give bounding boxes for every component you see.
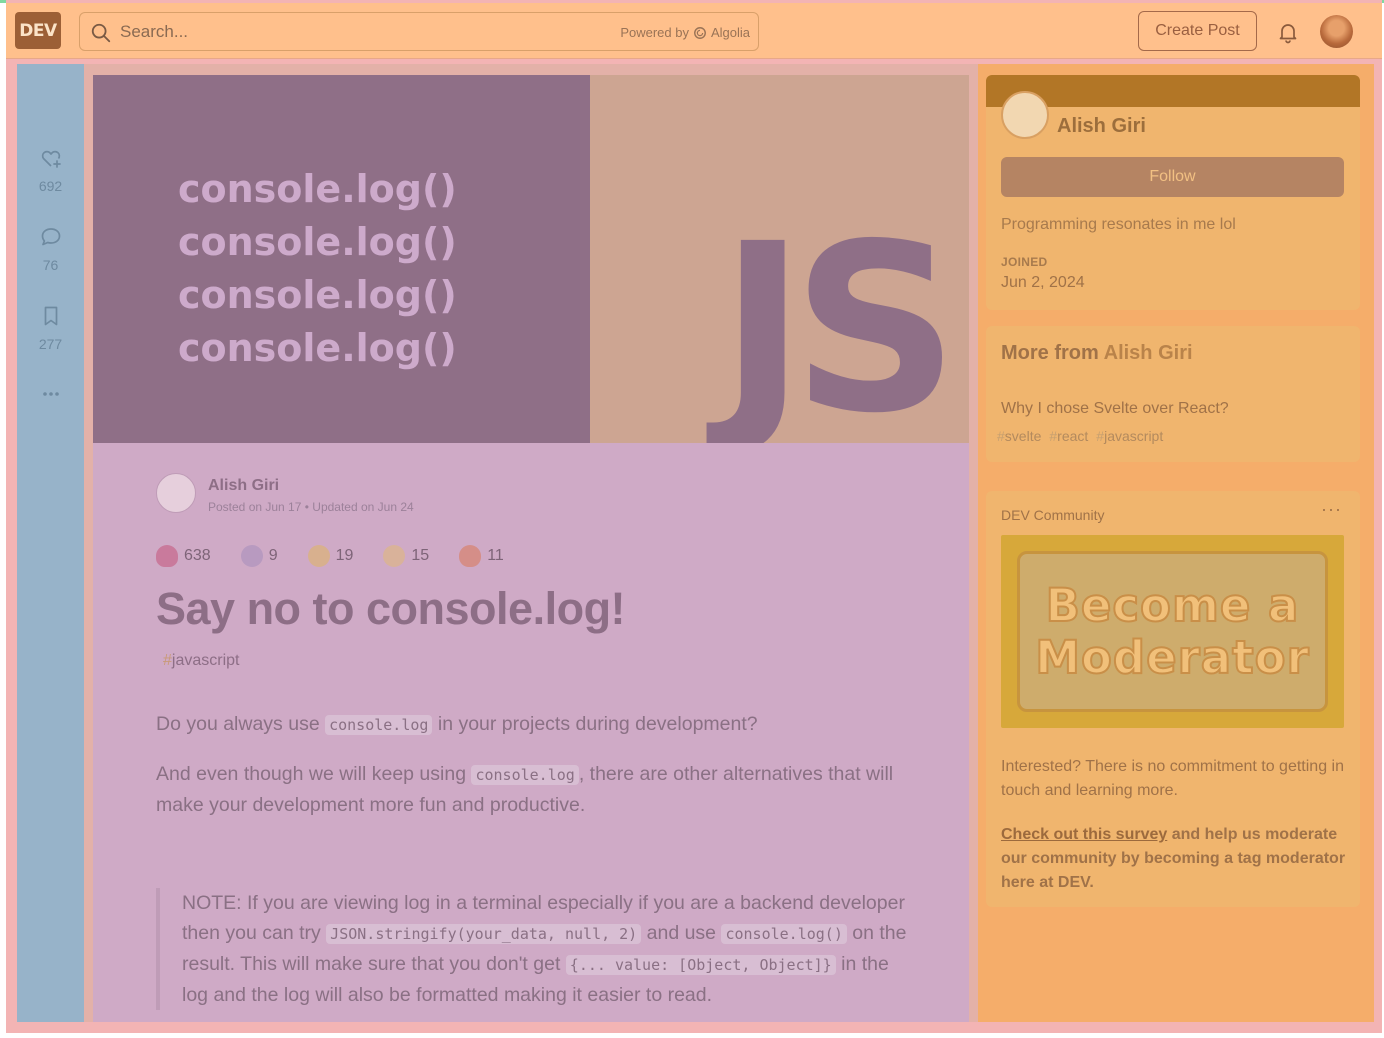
create-post-button[interactable]: Create Post	[1138, 11, 1257, 51]
powered-by-label: Powered by	[620, 25, 689, 40]
cover-code-line: console.log()	[178, 326, 457, 370]
comments-button[interactable]: 76	[17, 225, 84, 273]
exploding-head-icon	[307, 545, 330, 567]
community-description: Interested? There is no commitment to ge…	[1001, 758, 1344, 799]
more-from-author-card: More from Alish Giri Why I chose Svelte …	[986, 326, 1360, 462]
inline-code: console.log()	[721, 924, 847, 944]
reaction-fire[interactable]: 11	[459, 545, 504, 567]
comment-icon	[41, 228, 60, 246]
paragraph-1: Do you always use console.log in your pr…	[156, 709, 916, 740]
cover-image-right: JS	[590, 75, 969, 443]
cover-image-left: console.log() console.log() console.log(…	[93, 75, 590, 443]
community-cta: Check out this survey and help us modera…	[1001, 823, 1351, 895]
survey-link[interactable]: Check out this survey	[1001, 826, 1167, 843]
author-avatar[interactable]	[156, 473, 196, 513]
search-input[interactable]	[120, 21, 580, 43]
comments-count: 76	[42, 257, 59, 273]
reaction-heart[interactable]: 638	[156, 545, 211, 567]
algolia-label: Algolia	[710, 25, 750, 40]
saves-count: 277	[38, 336, 63, 352]
profile-bio: Programming resonates in me lol	[1001, 216, 1236, 233]
user-avatar[interactable]	[1320, 15, 1353, 48]
profile-name[interactable]: Alish Giri	[1057, 115, 1146, 138]
reaction-count: 638	[184, 547, 211, 564]
community-menu-button[interactable]: ···	[1321, 499, 1342, 520]
js-logo: JS	[719, 194, 959, 443]
react-button[interactable]: 692	[17, 146, 84, 194]
reaction-count: 15	[411, 547, 430, 564]
reactions-count: 692	[38, 178, 63, 194]
inline-code: {... value: [Object, Object]}	[565, 955, 836, 975]
dev-community-card: DEV Community ··· Become a Moderator Int…	[986, 491, 1360, 907]
algolia-icon	[694, 26, 706, 39]
banner-line-1: Become a	[1045, 578, 1300, 632]
article-actions-rail: 692 76 277	[17, 64, 84, 1022]
tag-react[interactable]: #react	[1049, 428, 1088, 444]
inline-code: console.log	[325, 715, 433, 735]
tag-hash: #	[163, 652, 172, 669]
cover-code-line: console.log()	[178, 167, 457, 211]
more-from-prefix: More from	[1001, 342, 1099, 364]
more-from-title: More from Alish Giri	[1001, 342, 1193, 365]
author-name[interactable]: Alish Giri	[208, 477, 279, 495]
reaction-count: 11	[487, 547, 504, 564]
reactions-bar: 638 9 19 15 11	[156, 545, 504, 567]
post-meta: Posted on Jun 17 • Updated on Jun 24	[208, 500, 414, 514]
cover-code-text: console.log() console.log() console.log(…	[178, 163, 457, 375]
tag-svelte[interactable]: #svelte	[997, 428, 1041, 444]
cover-code-line: console.log()	[178, 220, 457, 264]
paragraph-2: And even though we will keep using conso…	[156, 759, 916, 820]
tag-javascript[interactable]: #javascript	[163, 652, 239, 670]
community-label: DEV Community	[1001, 507, 1105, 523]
reaction-raised-hands[interactable]: 15	[383, 545, 429, 567]
more-article-link[interactable]: Why I chose Svelte over React?	[1001, 400, 1229, 418]
more-actions-button[interactable]	[17, 384, 84, 412]
search-icon	[91, 23, 111, 43]
article-title: Say no to console.log!	[156, 583, 626, 634]
powered-by-algolia[interactable]: Powered by Algolia	[620, 25, 750, 40]
text: and use	[641, 922, 722, 944]
moderator-banner[interactable]: Become a Moderator	[1001, 535, 1344, 728]
sparkle-heart-icon	[156, 545, 178, 567]
follow-button[interactable]: Follow	[1001, 157, 1344, 197]
more-article-tags: #svelte #react #javascript	[997, 428, 1163, 444]
heart-plus-icon	[41, 150, 61, 168]
unicorn-icon	[240, 545, 263, 567]
inline-code: JSON.stringify(your_data, null, 2)	[326, 924, 642, 944]
notifications-bell-icon[interactable]	[1276, 20, 1300, 44]
inline-code: console.log	[471, 765, 579, 785]
save-button[interactable]: 277	[17, 304, 84, 352]
raised-hands-icon	[383, 545, 406, 567]
top-header: DEV Powered by Algolia Create Post	[6, 3, 1382, 59]
bookmark-icon	[44, 306, 57, 326]
note-blockquote: NOTE: If you are viewing log in a termin…	[156, 888, 916, 1010]
reaction-count: 19	[335, 547, 354, 564]
joined-date: Jun 2, 2024	[1001, 274, 1085, 291]
cover-code-line: console.log()	[178, 273, 457, 317]
moderator-banner-inner: Become a Moderator	[1017, 551, 1328, 712]
reaction-exploding-head[interactable]: 19	[307, 545, 354, 567]
profile-avatar[interactable]	[1001, 91, 1049, 139]
more-dots-icon	[42, 392, 59, 396]
tag-javascript-small[interactable]: #javascript	[1096, 428, 1163, 444]
text: Do you always use	[156, 713, 326, 735]
tag-label: javascript	[171, 652, 240, 669]
joined-label: JOINED	[1001, 255, 1048, 269]
reaction-count: 9	[268, 547, 278, 564]
fire-icon	[459, 545, 482, 567]
article-card: console.log() console.log() console.log(…	[93, 75, 969, 1022]
reaction-unicorn[interactable]: 9	[240, 545, 278, 567]
text: And even though we will keep using	[156, 763, 472, 785]
search-box[interactable]: Powered by Algolia	[79, 12, 759, 51]
banner-line-2: Moderator	[1034, 630, 1310, 684]
text: in your projects during development?	[432, 713, 758, 735]
more-from-author-link[interactable]: Alish Giri	[1104, 342, 1193, 364]
author-profile-card: Alish Giri Follow Programming resonates …	[986, 75, 1360, 310]
dev-logo[interactable]: DEV	[15, 12, 61, 49]
